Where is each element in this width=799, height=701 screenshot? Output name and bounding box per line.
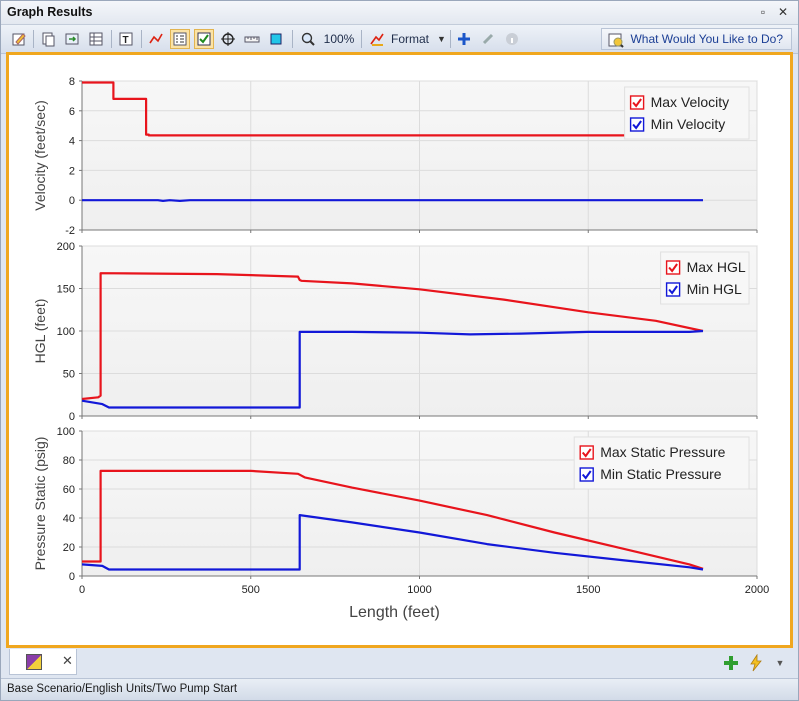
legend-icon[interactable]	[170, 29, 190, 49]
y-tick-label: 20	[63, 542, 75, 554]
y-tick-label: 0	[69, 195, 75, 207]
pin-window-button[interactable]: ▫	[755, 4, 771, 20]
close-window-button[interactable]: ✕	[775, 4, 791, 20]
box-icon[interactable]	[266, 29, 286, 49]
add-graph-icon[interactable]	[721, 653, 741, 673]
y-tick-label: 4	[69, 136, 75, 148]
chevron-down-icon[interactable]: ▼	[770, 653, 790, 673]
chart-panel-1: -2 0 2 4 6 8 Velocity (feet/sec) Max Velocity Mi…	[32, 76, 758, 237]
lightning-icon[interactable]	[746, 653, 766, 673]
y-tick-label: 100	[57, 426, 75, 438]
y-tick-label: 0	[69, 411, 75, 423]
zoom-level-label: 100%	[323, 32, 355, 46]
line-style-icon[interactable]	[146, 29, 166, 49]
graph-area: -2 0 2 4 6 8 Velocity (feet/sec) Max Velocity Mi…	[6, 52, 793, 648]
legend-label: Max HGL	[687, 259, 746, 275]
legend-checkbox	[665, 282, 681, 297]
toolbar-separator	[111, 30, 112, 48]
y-tick-label: 50	[63, 369, 75, 381]
crosshair-icon[interactable]	[218, 29, 238, 49]
table-icon[interactable]	[86, 29, 106, 49]
y-tick-label: -2	[65, 225, 75, 237]
info-icon	[502, 29, 522, 49]
copy-icon[interactable]	[38, 29, 58, 49]
format-icon[interactable]	[367, 29, 387, 49]
legend-checkbox	[629, 95, 645, 110]
legend-checkbox	[579, 445, 594, 460]
help-icon	[608, 32, 625, 51]
chart-legend: Max Static Pressure Min Static Pressure	[573, 436, 750, 490]
format-dropdown[interactable]: Format ▼	[391, 29, 447, 49]
charts: -2 0 2 4 6 8 Velocity (feet/sec) Max Velocity Mi…	[32, 76, 769, 621]
zoom-level[interactable]: 100%	[323, 29, 355, 49]
chart-panel-3: 0204060801000 500 1000 1500 2000Pressure Sta…	[32, 426, 769, 621]
y-tick-label: 200	[57, 241, 75, 253]
graph-tab-icon	[26, 654, 42, 670]
close-tab-icon[interactable]: ✕	[62, 653, 73, 669]
status-text: Base Scenario/English Units/Two Pump Sta…	[7, 683, 238, 695]
x-axis-label: Length (feet)	[349, 604, 440, 621]
toolbar-separator	[361, 30, 362, 48]
toolbar-separator	[141, 30, 142, 48]
svg-text:T: T	[123, 35, 129, 46]
graph-tab[interactable]: ✕	[9, 649, 77, 675]
export-icon[interactable]	[62, 29, 82, 49]
legend-label: Min HGL	[687, 281, 742, 297]
y-tick-label: 40	[63, 513, 75, 525]
add-icon[interactable]	[454, 29, 474, 49]
series-line-min	[82, 199, 703, 202]
format-label: Format	[391, 32, 430, 46]
y-axis-label: Velocity (feet/sec)	[32, 100, 48, 211]
text-icon[interactable]: T	[116, 29, 136, 49]
chart-legend: Max Velocity Min Velocity	[624, 86, 750, 140]
graph-results-window: Graph Results ▫ ✕ T 100% Format ▼ What W…	[0, 0, 799, 701]
legend-checkbox	[629, 117, 645, 132]
ruler-icon[interactable]	[242, 29, 262, 49]
toolbar: T 100% Format ▼ What Would You Like to D…	[1, 25, 798, 54]
y-axis-label: HGL (feet)	[32, 299, 48, 364]
what-would-you-like-button[interactable]: What Would You Like to Do?	[601, 28, 792, 50]
zoom-icon[interactable]	[298, 29, 318, 49]
y-tick-label: 6	[69, 106, 75, 118]
y-tick-label: 100	[57, 326, 75, 338]
y-tick-label: 8	[69, 76, 75, 88]
x-tick-label: 1000	[407, 584, 431, 596]
legend-checkbox	[579, 467, 594, 482]
y-tick-label: 0	[69, 571, 75, 583]
x-tick-label: 2000	[745, 584, 769, 596]
legend-label: Min Velocity	[651, 116, 726, 132]
legend-label: Max Static Pressure	[600, 444, 725, 460]
y-tick-label: 60	[63, 484, 75, 496]
legend-checkbox	[665, 260, 681, 275]
chevron-down-icon: ▼	[437, 34, 446, 44]
document-tabs: ✕ ▼	[1, 649, 798, 677]
window-title: Graph Results	[7, 5, 93, 19]
toolbar-separator	[33, 30, 34, 48]
toolbar-separator	[450, 30, 451, 48]
chart-panel-2: 0 50 100 150 200 HGL (feet) Max HGL Min HGL	[32, 241, 758, 423]
toolbar-separator	[292, 30, 293, 48]
chart-legend: Max HGL Min HGL	[660, 251, 750, 305]
checkbox-icon[interactable]	[194, 29, 214, 49]
legend-label: Min Static Pressure	[600, 466, 722, 482]
x-tick-label: 0	[79, 584, 85, 596]
y-axis-label: Pressure Static (psig)	[32, 437, 48, 571]
y-tick-label: 80	[63, 455, 75, 467]
title-bar: Graph Results ▫ ✕	[1, 1, 798, 25]
x-tick-label: 1500	[576, 584, 600, 596]
x-tick-label: 500	[242, 584, 260, 596]
what-would-you-like-label: What Would You Like to Do?	[630, 32, 783, 46]
legend-label: Max Velocity	[651, 94, 730, 110]
y-tick-label: 2	[69, 165, 75, 177]
edit-icon[interactable]	[9, 29, 29, 49]
pin-icon	[478, 29, 498, 49]
status-bar: Base Scenario/English Units/Two Pump Sta…	[1, 678, 798, 700]
y-tick-label: 150	[57, 284, 75, 296]
